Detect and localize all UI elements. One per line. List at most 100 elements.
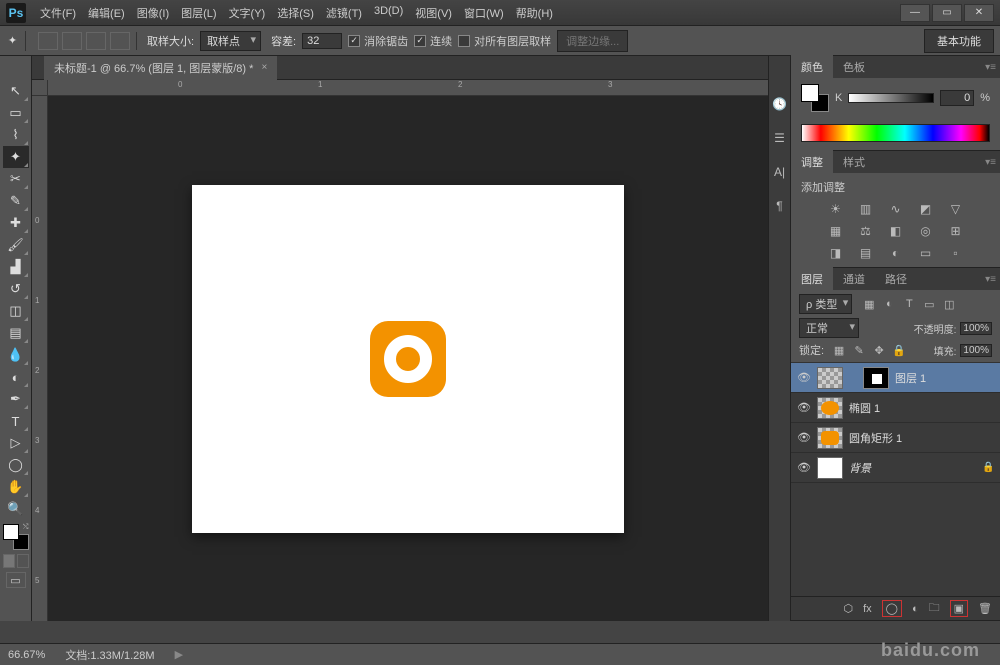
layer-name[interactable]: 圆角矩形 1 [849,430,994,446]
eraser-tool[interactable]: ◫ [3,300,29,322]
layer-row[interactable]: 👁 图层 1 [791,363,1000,393]
layer-thumb[interactable] [817,367,843,389]
history-panel-icon[interactable]: 🕓 [772,96,788,112]
menu-view[interactable]: 视图(V) [409,3,458,23]
document-size-readout[interactable]: 文档:1.33M/1.28M [65,647,154,663]
panel-color-swatch[interactable] [801,84,829,112]
minimize-button[interactable]: — [900,4,930,22]
menu-layer[interactable]: 图层(L) [175,3,222,23]
bw-icon[interactable]: ◧ [887,223,905,239]
path-select-tool[interactable]: ▷ [3,432,29,454]
filter-adjust-icon[interactable]: ◐ [882,297,896,311]
k-slider[interactable] [848,93,934,103]
channel-mixer-icon[interactable]: ⊞ [947,223,965,239]
character-panel-icon[interactable]: A| [772,164,788,180]
canvas-viewport[interactable] [48,96,768,621]
swap-colors-icon[interactable]: ⤭ [23,524,29,532]
color-swatch[interactable]: ⤭ [3,524,29,550]
lock-transparent-icon[interactable]: ▦ [832,343,846,357]
menu-type[interactable]: 文字(Y) [223,3,272,23]
hand-tool[interactable]: ✋ [3,476,29,498]
zoom-tool[interactable]: 🔍 [3,498,29,520]
stamp-tool[interactable]: ▟ [3,256,29,278]
filter-shape-icon[interactable]: ▭ [922,297,936,311]
lock-position-icon[interactable]: ✥ [872,343,886,357]
document-canvas[interactable] [192,185,624,533]
sample-size-select[interactable]: 取样点 [200,31,261,51]
mask-link-icon[interactable] [849,373,857,383]
brush-tool[interactable]: 🖌 [3,234,29,256]
invert-icon[interactable]: ◨ [827,245,845,261]
balance-icon[interactable]: ⚖ [857,223,875,239]
magic-wand-tool[interactable]: ✦ [3,146,29,168]
fill-value[interactable]: 100% [960,344,992,357]
posterize-icon[interactable]: ▤ [857,245,875,261]
layer-name[interactable]: 图层 1 [895,370,994,386]
add-mask-icon[interactable]: ◯ [882,600,902,617]
selection-add[interactable] [62,32,82,50]
selection-subtract[interactable] [86,32,106,50]
hue-icon[interactable]: ▦ [827,223,845,239]
exposure-icon[interactable]: ◩ [917,201,935,217]
history-brush-tool[interactable]: ↺ [3,278,29,300]
selection-new[interactable] [38,32,58,50]
tab-color[interactable]: 颜色 [791,55,833,79]
layer-thumb[interactable] [817,457,843,479]
crop-tool[interactable]: ✂ [3,168,29,190]
visibility-toggle[interactable]: 👁 [797,371,811,385]
lock-paint-icon[interactable]: ✎ [852,343,866,357]
menu-filter[interactable]: 滤镜(T) [320,3,368,23]
close-icon[interactable]: × [261,62,267,73]
workspace-switcher[interactable]: 基本功能 [924,29,994,53]
zoom-readout[interactable]: 66.67% [8,649,45,661]
tab-layers[interactable]: 图层 [791,267,833,291]
layer-name[interactable]: 背景 [849,460,976,476]
threshold-icon[interactable]: ◐ [887,245,905,261]
lasso-tool[interactable]: ⌇ [3,124,29,146]
menu-help[interactable]: 帮助(H) [510,3,559,23]
new-group-icon[interactable]: 🗀 [929,599,940,618]
type-tool[interactable]: T [3,410,29,432]
menu-image[interactable]: 图像(I) [131,3,175,23]
marquee-tool[interactable]: ▭ [3,102,29,124]
visibility-toggle[interactable]: 👁 [797,461,811,475]
filter-type-icon[interactable]: T [902,297,916,311]
menu-window[interactable]: 窗口(W) [458,3,510,23]
visibility-toggle[interactable]: 👁 [797,401,811,415]
healing-tool[interactable]: ✚ [3,212,29,234]
lock-all-icon[interactable]: 🔒 [892,343,906,357]
ruler-origin[interactable] [32,80,48,96]
layer-row[interactable]: 👁 圆角矩形 1 [791,423,1000,453]
selective-color-icon[interactable]: ▫ [947,245,965,261]
panel-menu-icon[interactable]: ▾≡ [985,62,996,73]
tab-paths[interactable]: 路径 [875,267,917,291]
move-tool[interactable]: ↖ [3,80,29,102]
tab-channels[interactable]: 通道 [833,267,875,291]
blur-tool[interactable]: 💧 [3,344,29,366]
panel-menu-icon[interactable]: ▾≡ [985,274,996,285]
levels-icon[interactable]: ▥ [857,201,875,217]
ruler-horizontal[interactable]: 0 1 2 3 [48,80,768,96]
curves-icon[interactable]: ∿ [887,201,905,217]
layer-filter-kind[interactable]: ρ 类型 [799,294,852,314]
menu-file[interactable]: 文件(F) [34,3,82,23]
mask-thumb[interactable] [863,367,889,389]
shape-tool[interactable]: ◯ [3,454,29,476]
maximize-button[interactable]: ▭ [932,4,962,22]
gradient-tool[interactable]: ▤ [3,322,29,344]
close-button[interactable]: ✕ [964,4,994,22]
new-adjustment-icon[interactable]: ◐ [912,603,919,615]
paragraph-panel-icon[interactable]: ¶ [772,198,788,214]
properties-panel-icon[interactable]: ☰ [772,130,788,146]
layer-fx-icon[interactable]: fx [863,603,872,615]
gradient-map-icon[interactable]: ▭ [917,245,935,261]
tab-styles[interactable]: 样式 [833,150,875,174]
all-layers-checkbox[interactable]: 对所有图层取样 [458,33,551,49]
dodge-tool[interactable]: ◐ [3,366,29,388]
vibrance-icon[interactable]: ▽ [947,201,965,217]
selection-intersect[interactable] [110,32,130,50]
layer-thumb[interactable] [817,397,843,419]
brightness-icon[interactable]: ☀ [827,201,845,217]
antialias-checkbox[interactable]: ✓消除锯齿 [348,33,408,49]
tab-adjustments[interactable]: 调整 [791,150,833,174]
